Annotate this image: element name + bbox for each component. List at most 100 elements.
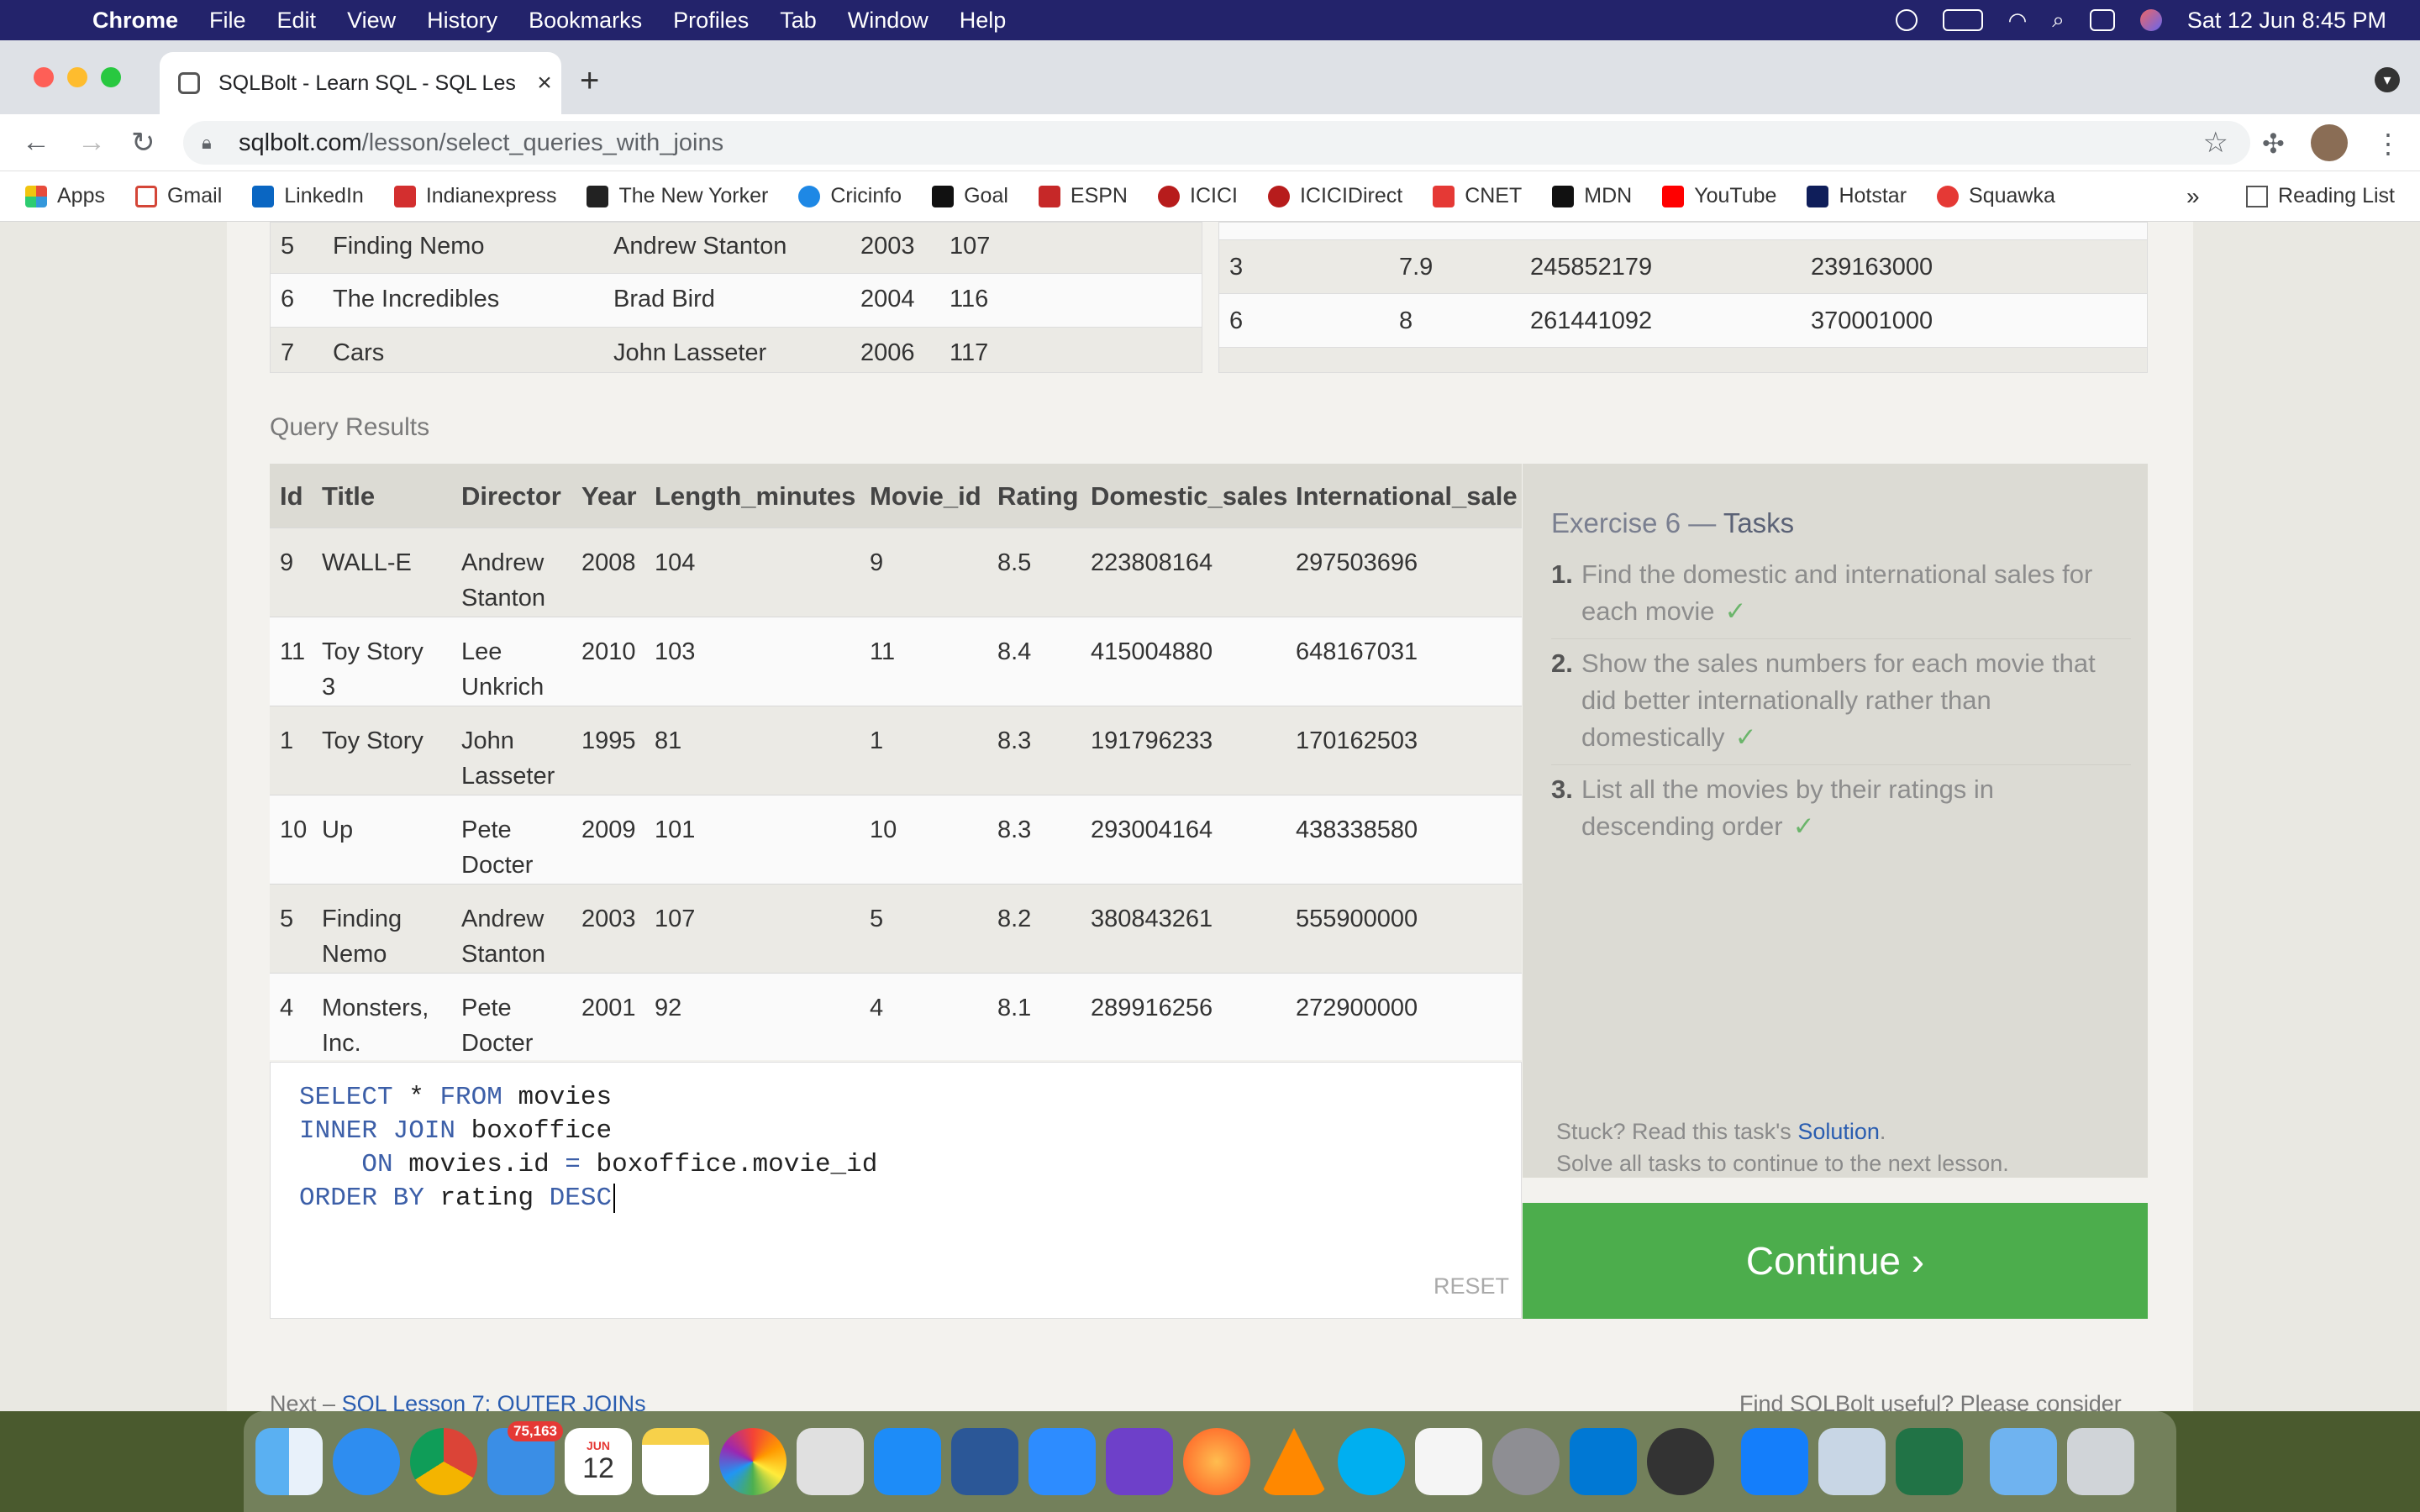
xcode-icon[interactable] [1741,1428,1808,1495]
cnet-icon [1433,185,1455,207]
header-id: Id [280,481,303,511]
bookmark-cnet[interactable]: CNET [1433,184,1522,208]
tab-sqlbolt[interactable]: SQLBolt - Learn SQL - SQL Les × [160,52,561,114]
menu-view[interactable]: View [347,8,396,34]
github-icon[interactable] [1106,1428,1173,1495]
bookmarks-overflow-button[interactable]: » [2186,183,2200,210]
cell-line: Pete [461,995,512,1021]
bookmark-hotstar[interactable]: Hotstar [1807,184,1907,208]
battery-icon[interactable] [1942,9,1983,31]
mail-icon[interactable]: 75,163 [487,1421,563,1495]
bookmark-squawka[interactable]: Squawka [1937,184,2055,208]
cell: Cars [333,339,385,366]
menu-edit[interactable]: Edit [277,8,317,34]
window-zoom-button[interactable] [101,67,121,87]
calendar-icon[interactable]: JUN 12 [565,1428,632,1495]
bookmark-label: Hotstar [1839,184,1907,207]
forward-arrow-icon[interactable]: → [77,126,106,159]
continue-button[interactable]: Continue › [1523,1203,2148,1319]
search-icon[interactable]: ⌕ [2052,7,2065,34]
launchpad-icon[interactable] [797,1428,864,1495]
bookmark-icicidirect[interactable]: ICICIDirect [1267,184,1402,208]
menu-file[interactable]: File [209,8,246,34]
solution-link[interactable]: Solution [1797,1119,1880,1144]
cell-dom: 293004164 [1091,816,1213,843]
cell-id: 11 [280,638,306,665]
menu-tab[interactable]: Tab [780,8,817,34]
cell-id: 1 [280,727,294,754]
chrome-icon[interactable] [410,1428,477,1495]
cell-dom: 223808164 [1091,549,1213,576]
tab-search-icon[interactable]: ▾ [2375,67,2400,92]
wifi-icon[interactable]: ◠ [2008,8,2028,34]
extensions-icon[interactable]: ✣ [2262,128,2285,160]
reading-list-button[interactable]: Reading List [2246,184,2395,208]
menu-help[interactable]: Help [960,8,1007,34]
bookmark-espn[interactable]: ESPN [1038,184,1128,208]
address-bar[interactable]: 🔒︎ sqlbolt.com/lesson/select_queries_wit… [183,121,2250,165]
cell-len: 92 [655,995,682,1021]
code-token: movies.id [408,1150,550,1179]
bookmark-indianexpress[interactable]: Indianexpress [393,184,556,208]
reload-icon[interactable]: ↻ [131,126,155,160]
finder-icon[interactable] [255,1428,323,1495]
system-preferences-icon[interactable] [1492,1428,1560,1495]
bookmark-youtube[interactable]: YouTube [1662,184,1776,208]
photos-icon[interactable] [719,1428,786,1495]
bookmark-icici[interactable]: ICICI [1158,184,1238,208]
downloads-folder-icon[interactable] [1990,1428,2057,1495]
table-row [1219,223,2147,239]
bookmark-cricinfo[interactable]: Cricinfo [798,184,902,208]
menu-history[interactable]: History [427,8,497,34]
bookmark-linkedin[interactable]: LinkedIn [252,184,364,208]
sql-editor[interactable]: SELECT * FROM movies INNER JOIN boxoffic… [270,1062,1522,1319]
quicktime-icon[interactable] [1647,1428,1714,1495]
bookmark-mdn[interactable]: MDN [1552,184,1632,208]
zoom-icon[interactable] [1028,1428,1096,1495]
cell-mid: 11 [870,638,896,665]
app-store-icon[interactable] [874,1428,941,1495]
chrome-menu-icon[interactable]: ⋮ [2375,128,2402,160]
next-lesson-link[interactable]: SQL Lesson 7: OUTER JOINs [342,1391,646,1411]
task-text: List all the movies by their ratings in … [1581,774,1995,841]
menu-app-chrome[interactable]: Chrome [92,8,178,34]
table-row: 3 7.9 245852179 239163000 [1219,239,2147,293]
trash-icon[interactable] [2067,1428,2134,1495]
safari-icon[interactable] [333,1428,400,1495]
menu-profiles[interactable]: Profiles [673,8,749,34]
bookmark-gmail[interactable]: Gmail [134,184,222,208]
bookmark-apps[interactable]: Apps [25,184,105,208]
play-icon[interactable] [1895,9,1918,31]
window-close-button[interactable] [34,67,54,87]
word-icon[interactable] [951,1428,1018,1495]
lock-icon[interactable]: 🔒︎ [202,132,222,154]
vscode-icon[interactable] [1570,1428,1637,1495]
bookmark-goal[interactable]: Goal [932,184,1008,208]
table-row: 6 The Incredibles Brad Bird 2004 116 [271,273,1202,327]
siri-icon[interactable] [2139,9,2162,31]
reset-button[interactable]: RESET [1434,1273,1509,1299]
bookmark-newyorker[interactable]: The New Yorker [587,184,768,208]
bookmark-star-icon[interactable]: ☆ [2203,126,2228,160]
macos-menu-bar: Chrome File Edit View History Bookmarks … [0,0,2420,40]
browser-toolbar: ← → ↻ 🔒︎ sqlbolt.com/lesson/select_queri… [0,114,2420,171]
window-minimize-button[interactable] [67,67,87,87]
clock[interactable]: Sat 12 Jun 8:45 PM [2187,8,2386,34]
skype-icon[interactable] [1338,1428,1405,1495]
firefox-icon[interactable] [1183,1428,1250,1495]
back-arrow-icon[interactable]: ← [22,126,50,159]
tab-close-icon[interactable]: × [528,69,561,97]
excel-icon[interactable] [1896,1428,1963,1495]
vlc-icon[interactable] [1260,1428,1328,1495]
preview-icon[interactable] [1818,1428,1886,1495]
textedit-icon[interactable] [1415,1428,1482,1495]
cell-len: 103 [655,638,696,665]
control-center-icon[interactable] [2089,9,2115,31]
profile-avatar[interactable] [2311,124,2348,161]
menu-window[interactable]: Window [848,8,929,34]
menu-bookmarks[interactable]: Bookmarks [529,8,642,34]
espn-icon [1038,185,1060,207]
new-tab-button[interactable]: + [580,62,599,100]
cell: 116 [950,286,989,312]
notes-icon[interactable] [642,1428,709,1495]
